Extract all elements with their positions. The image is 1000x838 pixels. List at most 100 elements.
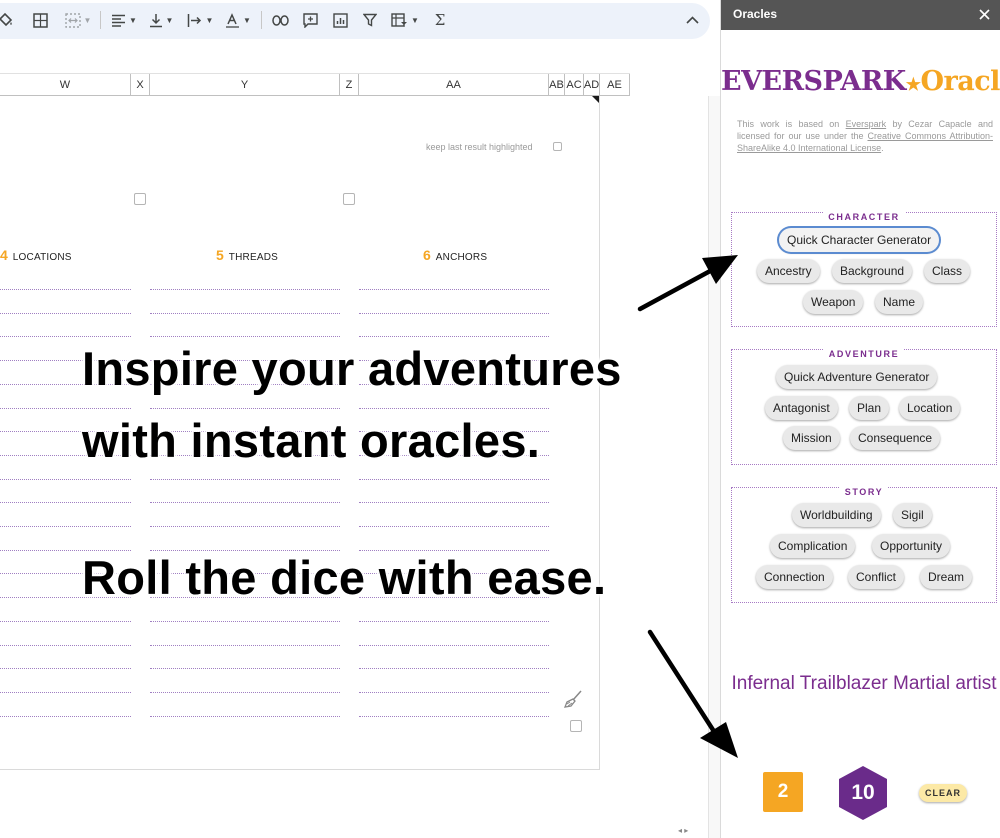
class-button[interactable]: Class <box>924 259 971 283</box>
paint-bucket-icon[interactable] <box>0 9 16 31</box>
entry-line[interactable] <box>359 526 549 527</box>
entry-line[interactable] <box>0 668 131 669</box>
entry-line[interactable] <box>359 692 549 693</box>
conflict-button[interactable]: Conflict <box>848 565 905 589</box>
worldbuilding-button[interactable]: Worldbuilding <box>792 503 881 527</box>
insert-link-icon[interactable] <box>270 9 290 31</box>
filter-views-icon[interactable]: ▼ <box>388 9 422 31</box>
license-part: This work is based on <box>737 119 846 129</box>
column-header[interactable]: AB <box>549 74 565 96</box>
column-header[interactable]: Z <box>340 74 359 96</box>
column-header[interactable]: AC <box>565 74 584 96</box>
vertical-align-icon[interactable]: ▼ <box>146 9 176 31</box>
entry-line[interactable] <box>0 408 131 409</box>
horizontal-align-icon[interactable]: ▼ <box>108 9 140 31</box>
merge-cells-icon[interactable]: ▼ <box>60 9 96 31</box>
consequence-button[interactable]: Consequence <box>850 426 941 450</box>
opportunity-button[interactable]: Opportunity <box>872 534 951 558</box>
sheet-checkbox[interactable] <box>134 193 146 205</box>
oracles-sidebar: Oracles EVERSPARK★Oracles This work is b… <box>720 0 1000 838</box>
entry-line[interactable] <box>150 645 340 646</box>
sheets-toolbar: ▼ ▼ ▼ ▼ ▼ ▼ Σ <box>0 0 720 40</box>
filter-icon[interactable] <box>360 9 380 31</box>
close-icon[interactable] <box>975 5 993 23</box>
antagonist-button[interactable]: Antagonist <box>765 396 838 420</box>
entry-line[interactable] <box>359 645 549 646</box>
entry-line[interactable] <box>150 668 340 669</box>
entry-line[interactable] <box>0 645 131 646</box>
entry-line[interactable] <box>150 289 340 290</box>
column-header[interactable]: X <box>131 74 150 96</box>
vertical-scrollbar[interactable] <box>708 96 720 838</box>
sheet-checkbox[interactable] <box>343 193 355 205</box>
entry-line[interactable] <box>0 716 131 717</box>
adventure-group: ADVENTURE Quick Adventure Generator Anta… <box>731 349 997 465</box>
entry-line[interactable] <box>150 692 340 693</box>
entry-line[interactable] <box>150 313 340 314</box>
horizontal-scroll-buttons[interactable]: ◂ ▸ <box>678 826 720 838</box>
entry-line[interactable] <box>359 716 549 717</box>
text-rotation-icon[interactable]: ▼ <box>222 9 254 31</box>
sigil-button[interactable]: Sigil <box>893 503 932 527</box>
broom-icon[interactable] <box>563 690 583 713</box>
quick-adventure-generator-button[interactable]: Quick Adventure Generator <box>776 365 938 389</box>
entry-line[interactable] <box>150 479 340 480</box>
entry-line[interactable] <box>359 313 549 314</box>
column-header[interactable]: AD <box>584 74 600 96</box>
mission-button[interactable]: Mission <box>783 426 840 450</box>
entry-line[interactable] <box>0 479 131 480</box>
entry-line[interactable] <box>0 502 131 503</box>
license-text: This work is based on Everspark by Cezar… <box>737 118 993 154</box>
entry-line[interactable] <box>0 289 131 290</box>
entry-line[interactable] <box>359 289 549 290</box>
entry-line[interactable] <box>0 692 131 693</box>
column-header[interactable]: W <box>0 74 131 96</box>
sheet-checkbox[interactable] <box>570 720 582 732</box>
promo-line: Roll the dice with ease. <box>82 551 607 604</box>
entry-line[interactable] <box>150 502 340 503</box>
clear-button[interactable]: CLEAR <box>919 784 967 802</box>
borders-icon[interactable] <box>30 9 50 31</box>
entry-line[interactable] <box>0 526 131 527</box>
entry-line[interactable] <box>150 408 340 409</box>
promo-line: with instant oracles. <box>82 414 541 467</box>
quick-character-generator-button[interactable]: Quick Character Generator <box>779 228 940 252</box>
insert-comment-icon[interactable] <box>300 9 320 31</box>
entry-line[interactable] <box>359 621 549 622</box>
entry-line[interactable] <box>0 621 131 622</box>
entry-line[interactable] <box>150 716 340 717</box>
entry-line[interactable] <box>359 408 549 409</box>
connection-button[interactable]: Connection <box>756 565 833 589</box>
collapse-toolbar-icon[interactable] <box>682 9 702 31</box>
entry-line[interactable] <box>0 313 131 314</box>
entry-line[interactable] <box>359 336 549 337</box>
dream-button[interactable]: Dream <box>920 565 973 589</box>
column-header[interactable]: AE <box>600 74 630 96</box>
sidebar-title: Oracles <box>733 7 778 21</box>
functions-icon[interactable]: Σ <box>430 9 450 31</box>
background-button[interactable]: Background <box>832 259 913 283</box>
entry-line[interactable] <box>150 526 340 527</box>
insert-chart-icon[interactable] <box>330 9 350 31</box>
location-button[interactable]: Location <box>899 396 961 420</box>
column-header[interactable]: Y <box>150 74 340 96</box>
entry-line[interactable] <box>150 621 340 622</box>
entry-line[interactable] <box>150 336 340 337</box>
weapon-button[interactable]: Weapon <box>803 290 864 314</box>
entry-line[interactable] <box>359 668 549 669</box>
keep-highlight-checkbox[interactable] <box>553 142 562 151</box>
everspark-link[interactable]: Everspark <box>846 119 887 129</box>
name-button[interactable]: Name <box>875 290 924 314</box>
keep-highlight-label: keep last result highlighted <box>426 142 533 152</box>
ancestry-button[interactable]: Ancestry <box>757 259 820 283</box>
text-wrapping-icon[interactable]: ▼ <box>184 9 216 31</box>
entry-line[interactable] <box>359 502 549 503</box>
entry-line[interactable] <box>0 336 131 337</box>
d6-die[interactable]: 2 <box>763 772 803 812</box>
plan-button[interactable]: Plan <box>849 396 890 420</box>
story-group: STORY Worldbuilding Sigil Complication O… <box>731 487 997 603</box>
entry-line[interactable] <box>359 479 549 480</box>
complication-button[interactable]: Complication <box>770 534 856 558</box>
d10-die[interactable]: 10 <box>837 765 889 821</box>
column-header[interactable]: AA <box>359 74 549 96</box>
